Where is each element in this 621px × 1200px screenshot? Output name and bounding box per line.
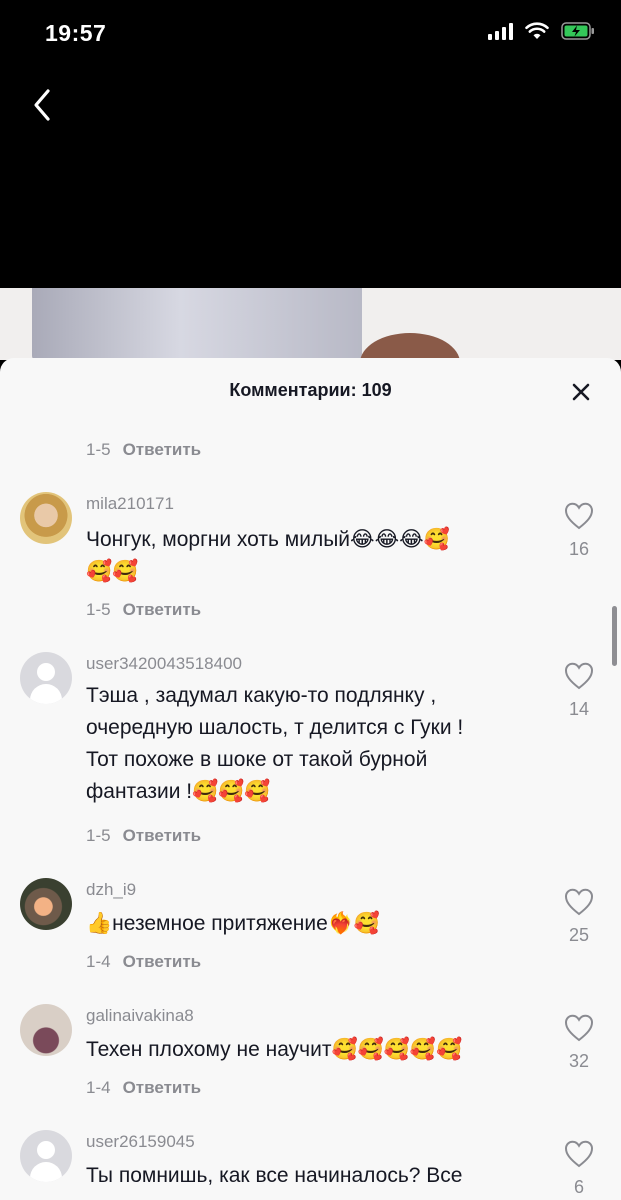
- comment-text-line: Техен плохому не научит🥰🥰🥰🥰🥰: [86, 1038, 463, 1061]
- previous-comment-meta: 1-5 Ответить: [86, 440, 201, 460]
- comment-text: Чонгук, моргни хоть милый😂😂😂🥰 🥰🥰: [86, 524, 546, 588]
- comment-meta: 1-4 Ответить: [86, 952, 201, 972]
- comment-time: 1-5: [86, 826, 111, 845]
- like-button[interactable]: 32: [559, 1014, 599, 1072]
- status-time: 19:57: [45, 20, 107, 46]
- heart-outline-icon: [564, 1014, 594, 1042]
- comment-list[interactable]: 1-5 Ответить mila210171 Чонгук, моргни х…: [0, 358, 621, 1200]
- avatar[interactable]: [20, 652, 72, 704]
- comment-meta: 1-5 Ответить: [86, 826, 201, 846]
- comment-text: Тэша , задумал какую-то подлянку , очере…: [86, 680, 546, 808]
- video-person: [360, 333, 460, 360]
- status-icons: [488, 22, 595, 40]
- like-count: 6: [573, 1177, 584, 1197]
- comment-time: 1-5: [86, 440, 111, 459]
- comment-text: 👍неземное притяжение❤️‍🔥🥰: [86, 908, 546, 940]
- avatar[interactable]: [20, 1130, 72, 1182]
- heart-outline-icon: [564, 888, 594, 916]
- like-button[interactable]: 6: [559, 1140, 599, 1198]
- comment-text: Ты помнишь, как все начиналось? Все: [86, 1160, 546, 1192]
- comments-sheet: Комментарии: 109 1-5 Ответить mila210171…: [0, 358, 621, 1200]
- battery-charging-icon: [561, 22, 594, 40]
- comment-time: 1-5: [86, 600, 111, 619]
- comment-text-line: фантазии !🥰🥰🥰: [86, 780, 271, 803]
- avatar[interactable]: [20, 878, 72, 930]
- comment-time: 1-4: [86, 1078, 111, 1097]
- reply-button[interactable]: Ответить: [123, 600, 202, 620]
- comment-username[interactable]: dzh_i9: [86, 880, 136, 900]
- comment-text-line: 🥰🥰: [86, 560, 139, 583]
- like-count: 32: [568, 1051, 590, 1071]
- comment-text-line: Тэша , задумал какую-то подлянку ,: [86, 684, 437, 707]
- heart-outline-icon: [564, 662, 594, 690]
- chevron-left-icon: [34, 89, 50, 121]
- comment-meta: 1-4 Ответить: [86, 1078, 201, 1098]
- comment-text-line: 👍неземное притяжение❤️‍🔥🥰: [86, 912, 381, 935]
- like-button[interactable]: 16: [559, 502, 599, 560]
- back-button[interactable]: [22, 85, 62, 125]
- wifi-icon: [525, 22, 549, 39]
- comment-text-line: Чонгук, моргни хоть милый😂😂😂🥰: [86, 528, 450, 551]
- like-count: 16: [568, 539, 590, 559]
- comment-username[interactable]: user26159045: [86, 1132, 195, 1152]
- comment-text: Техен плохому не научит🥰🥰🥰🥰🥰: [86, 1034, 546, 1066]
- avatar[interactable]: [20, 492, 72, 544]
- reply-button[interactable]: Ответить: [123, 826, 202, 846]
- comment-meta: 1-5 Ответить: [86, 600, 201, 620]
- comment-time: 1-4: [86, 952, 111, 971]
- like-button[interactable]: 25: [559, 888, 599, 946]
- comment-username[interactable]: mila210171: [86, 494, 174, 514]
- avatar[interactable]: [20, 1004, 72, 1056]
- like-count: 25: [568, 925, 590, 945]
- comment-username[interactable]: galinaivakina8: [86, 1006, 194, 1026]
- reply-button[interactable]: Ответить: [123, 952, 202, 972]
- like-count: 14: [568, 699, 590, 719]
- video-preview[interactable]: [0, 288, 621, 360]
- reply-button[interactable]: Ответить: [123, 1078, 202, 1098]
- comment-text-line: Ты помнишь, как все начиналось? Все: [86, 1164, 463, 1187]
- reply-button[interactable]: Ответить: [123, 440, 202, 460]
- heart-outline-icon: [564, 1140, 594, 1168]
- comment-text-line: очередную шалость, т делится с Гуки !: [86, 716, 464, 739]
- scrollbar[interactable]: [612, 606, 617, 666]
- cellular-signal-icon: [488, 22, 513, 40]
- like-button[interactable]: 14: [559, 662, 599, 720]
- comment-username[interactable]: user3420043518400: [86, 654, 242, 674]
- comment-text-line: Тот похоже в шоке от такой бурной: [86, 748, 428, 771]
- video-object: [32, 288, 362, 360]
- status-bar: 19:57: [0, 0, 621, 70]
- heart-outline-icon: [564, 502, 594, 530]
